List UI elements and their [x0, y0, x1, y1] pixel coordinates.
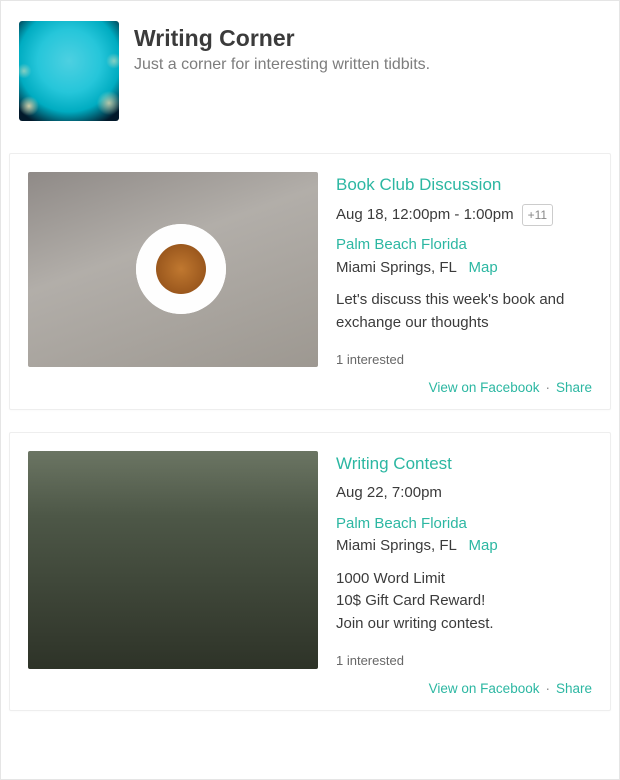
share-link[interactable]: Share — [556, 380, 592, 395]
event-datetime-row: Aug 18, 12:00pm - 1:00pm +11 — [336, 204, 592, 227]
header-text: Writing Corner Just a corner for interes… — [134, 21, 430, 121]
event-card: Book Club Discussion Aug 18, 12:00pm - 1… — [9, 153, 611, 410]
event-card: Writing Contest Aug 22, 7:00pm Palm Beac… — [9, 432, 611, 711]
event-body: Book Club Discussion Aug 18, 12:00pm - 1… — [28, 172, 592, 370]
event-location: Palm Beach Florida Miami Springs, FL Map — [336, 234, 592, 279]
event-city: Miami Springs, FL — [336, 259, 456, 276]
page-header: Writing Corner Just a corner for interes… — [1, 1, 619, 131]
page-tagline: Just a corner for interesting written ti… — [134, 56, 430, 74]
event-datetime: Aug 18, 12:00pm - 1:00pm — [336, 204, 514, 227]
view-on-facebook-link[interactable]: View on Facebook — [429, 681, 540, 696]
share-link[interactable]: Share — [556, 681, 592, 696]
event-datetime: Aug 22, 7:00pm — [336, 482, 442, 505]
event-city: Miami Springs, FL — [336, 537, 456, 554]
event-footer: View on Facebook · Share — [28, 380, 592, 401]
view-on-facebook-link[interactable]: View on Facebook — [429, 380, 540, 395]
event-datetime-row: Aug 22, 7:00pm — [336, 482, 592, 505]
event-title-link[interactable]: Book Club Discussion — [336, 172, 501, 198]
event-venue-link[interactable]: Palm Beach Florida — [336, 515, 467, 532]
page-avatar — [19, 21, 119, 121]
event-map-link[interactable]: Map — [468, 259, 497, 276]
more-times-badge[interactable]: +11 — [522, 204, 553, 226]
event-description: 1000 Word Limit 10$ Gift Card Reward! Jo… — [336, 568, 592, 636]
event-image[interactable] — [28, 172, 318, 367]
events-feed: Book Club Discussion Aug 18, 12:00pm - 1… — [1, 153, 619, 711]
event-body: Writing Contest Aug 22, 7:00pm Palm Beac… — [28, 451, 592, 671]
event-location: Palm Beach Florida Miami Springs, FL Map — [336, 513, 592, 558]
event-map-link[interactable]: Map — [468, 537, 497, 554]
event-description: Let's discuss this week's book and excha… — [336, 289, 592, 334]
event-title-link[interactable]: Writing Contest — [336, 451, 452, 477]
page-title: Writing Corner — [134, 25, 430, 52]
separator-dot: · — [545, 681, 550, 696]
event-details: Writing Contest Aug 22, 7:00pm Palm Beac… — [336, 451, 592, 671]
event-interested: 1 interested — [336, 651, 592, 671]
event-footer: View on Facebook · Share — [28, 681, 592, 702]
event-interested: 1 interested — [336, 350, 592, 370]
event-details: Book Club Discussion Aug 18, 12:00pm - 1… — [336, 172, 592, 370]
event-venue-link[interactable]: Palm Beach Florida — [336, 236, 467, 253]
separator-dot: · — [545, 380, 550, 395]
event-image[interactable] — [28, 451, 318, 669]
